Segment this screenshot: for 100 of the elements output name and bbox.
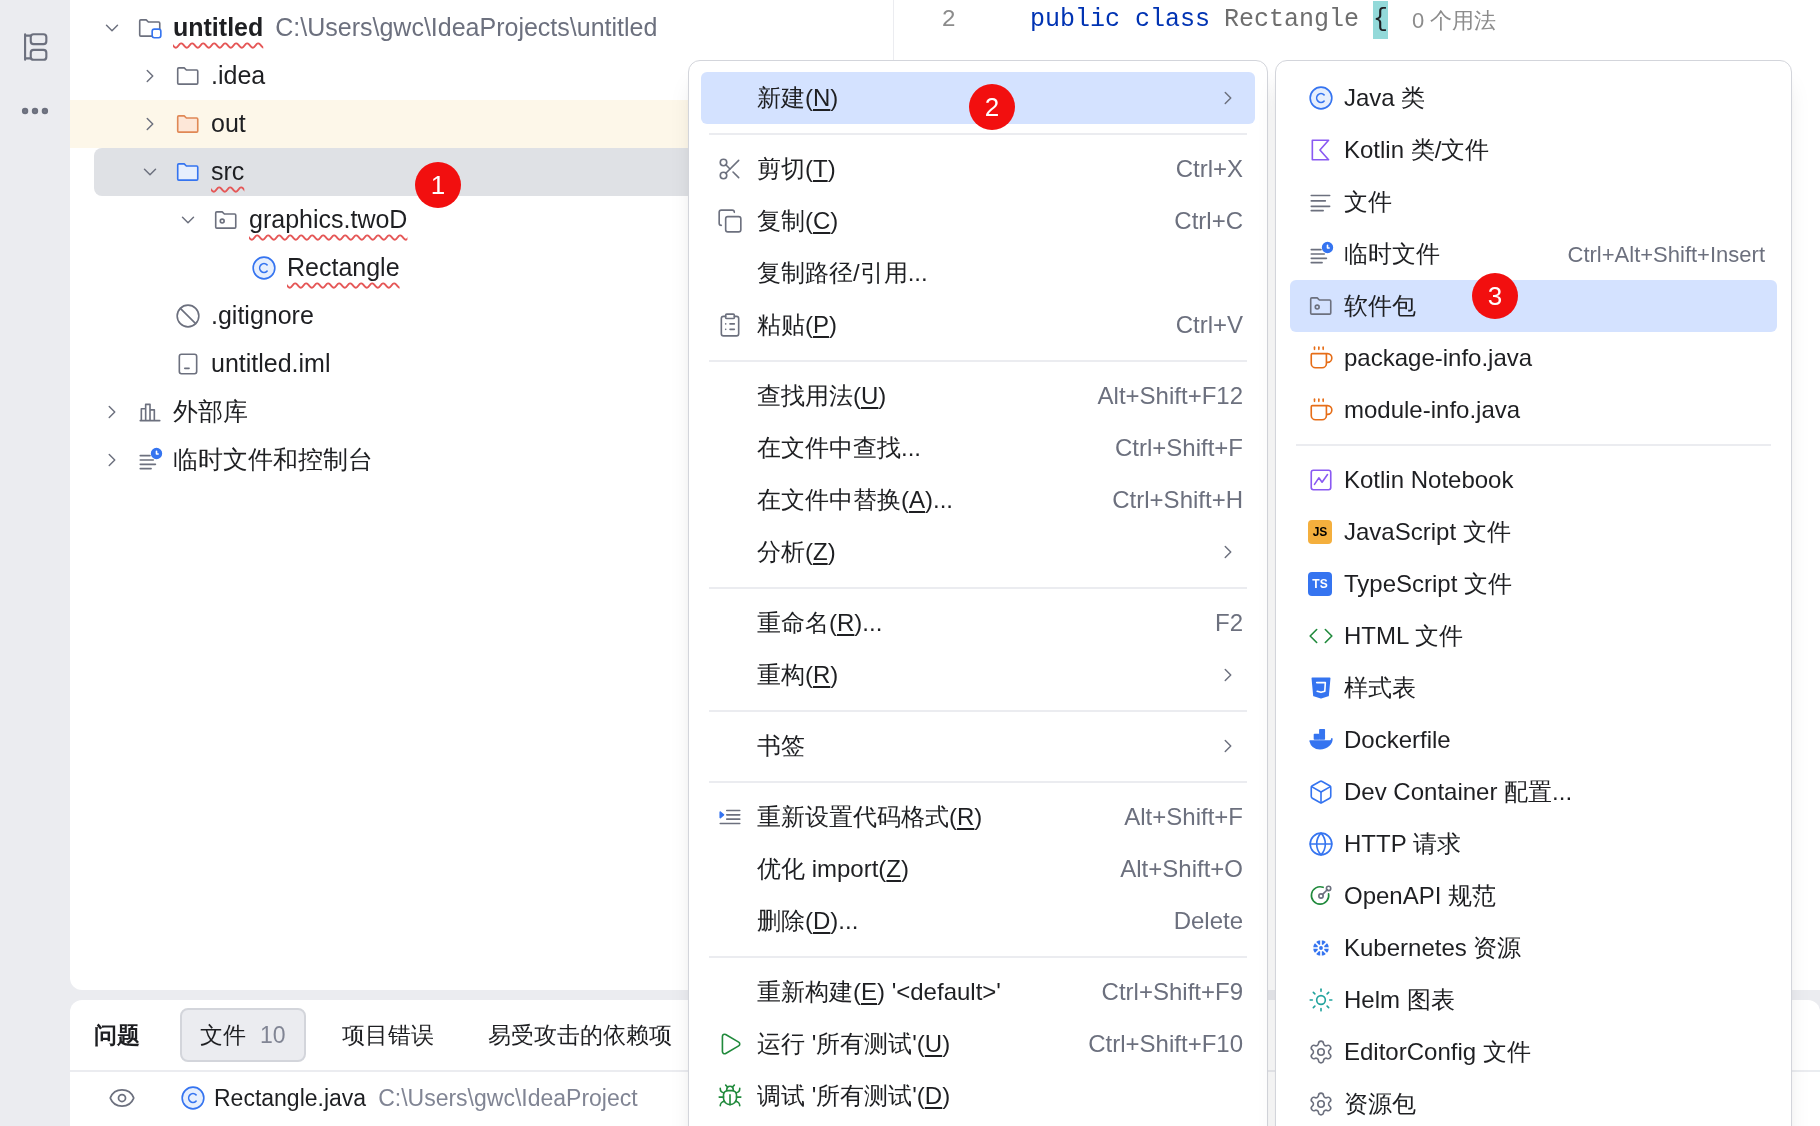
menu-item-label: 样式表 <box>1344 673 1416 703</box>
menu-item[interactable]: Kotlin Notebook <box>1290 454 1777 506</box>
menu-item-label: 重构(R) <box>757 660 839 690</box>
menu-item[interactable]: 文件 <box>1290 176 1777 228</box>
menu-item-label: 分析(Z) <box>757 537 836 567</box>
menu-item[interactable]: JS JavaScript 文件 <box>1290 506 1777 558</box>
file-type-icon: TS <box>1308 572 1332 596</box>
menu-item-label: 临时文件 <box>1344 239 1440 269</box>
menu-item-label: 资源包 <box>1344 1089 1416 1119</box>
shortcut-label: F2 <box>1215 608 1243 638</box>
shortcut-label: Ctrl+C <box>1174 206 1243 236</box>
cup-icon <box>1308 397 1334 423</box>
shortcut-label: Ctrl+Shift+F <box>1114 433 1243 463</box>
menu-item[interactable]: 删除(D)... Delete <box>701 895 1255 947</box>
menu-item[interactable]: 重构(R) <box>701 649 1255 701</box>
panel-title: 问题 <box>94 1020 140 1050</box>
menu-item[interactable]: Dev Container 配置... <box>1290 766 1777 818</box>
menu-item[interactable]: Kotlin 类/文件 <box>1290 124 1777 176</box>
menu-item[interactable]: 粘贴(P) Ctrl+V <box>701 299 1255 351</box>
menu-item[interactable]: 在文件中查找... Ctrl+Shift+F <box>701 422 1255 474</box>
menu-item-label: TypeScript 文件 <box>1344 569 1513 599</box>
menu-item[interactable]: HTTP 请求 <box>1290 818 1777 870</box>
menu-item[interactable]: Dockerfile <box>1290 714 1777 766</box>
tree-item-label: .idea <box>211 60 266 92</box>
tree-item-label: Rectangle <box>287 252 400 284</box>
menu-item-label: Java 类 <box>1344 83 1426 113</box>
menu-item[interactable]: module-info.java <box>1290 384 1777 436</box>
menu-item[interactable]: Kubernetes 资源 <box>1290 922 1777 974</box>
class-icon <box>180 1085 206 1111</box>
tree-item[interactable]: untitled C:\Users\gwc\IdeaProjects\untitled <box>70 4 893 52</box>
menu-item[interactable]: OpenAPI 规范 <box>1290 870 1777 922</box>
menu-item[interactable]: 复制路径/引用... <box>701 247 1255 299</box>
menu-item-label: Helm 图表 <box>1344 985 1455 1015</box>
tree-item-label: 外部库 <box>173 396 248 428</box>
settings-icon <box>1308 1039 1334 1065</box>
cup-icon <box>1308 345 1334 371</box>
shortcut-label: Ctrl+Shift+F10 <box>1088 1029 1243 1059</box>
tab[interactable]: 文件 10 <box>180 1008 306 1062</box>
shortcut-label: Delete <box>1173 906 1243 936</box>
menu-item-label: 复制路径/引用... <box>757 258 928 288</box>
tree-item-label: src <box>211 156 245 188</box>
file-type-icon: JS <box>1308 520 1332 544</box>
menu-item[interactable]: 资源包 <box>1290 1078 1777 1126</box>
menu-item-label: 软件包 <box>1344 291 1416 321</box>
menu-item[interactable]: HTML 文件 <box>1290 610 1777 662</box>
menu-item-label: 优化 import(Z) <box>757 854 909 884</box>
menu-item-label: HTML 文件 <box>1344 621 1464 651</box>
menu-item-label: package-info.java <box>1344 343 1533 373</box>
menu-item-label: 剪切(T) <box>757 154 836 184</box>
shortcut-label: Ctrl+Shift+H <box>1112 485 1243 515</box>
shortcut-label: Alt+Shift+O <box>1120 854 1243 884</box>
menu-item[interactable]: 重命名(R)... F2 <box>701 597 1255 649</box>
shortcut-label: Alt+Shift+F12 <box>1097 381 1243 411</box>
menu-item[interactable]: package-info.java <box>1290 332 1777 384</box>
shortcut-label: Alt+Shift+F <box>1124 802 1243 832</box>
menu-item[interactable]: 重新构建(E) '<default>' Ctrl+Shift+F9 <box>701 966 1255 1018</box>
menu-item-label: 在文件中查找... <box>757 433 921 463</box>
tab[interactable]: 易受攻击的依赖项 <box>469 1008 690 1062</box>
menu-item-label: 在文件中替换(A)... <box>757 485 953 515</box>
menu-item[interactable]: 在文件中替换(A)... Ctrl+Shift+H <box>701 474 1255 526</box>
menu-item[interactable]: 查找用法(U) Alt+Shift+F12 <box>701 370 1255 422</box>
menu-item-label: module-info.java <box>1344 395 1521 425</box>
menu-item-label: EditorConfig 文件 <box>1344 1037 1531 1067</box>
menu-item-label: 复制(C) <box>757 206 839 236</box>
shortcut-label: Ctrl+Alt+Shift+Insert <box>1567 240 1765 269</box>
class-icon <box>251 255 277 281</box>
ban-icon <box>175 303 201 329</box>
menu-item-label: JavaScript 文件 <box>1344 517 1511 547</box>
menu-item-label: 重新设置代码格式(R) <box>757 802 983 832</box>
menu-item[interactable]: 调试 '所有测试'(D) <box>701 1070 1255 1122</box>
globe-icon <box>1308 831 1334 857</box>
sun-icon <box>1308 987 1334 1013</box>
menu-item[interactable]: 复制(C) Ctrl+C <box>701 195 1255 247</box>
menu-item[interactable]: 重新设置代码格式(R) Alt+Shift+F <box>701 791 1255 843</box>
step-badge: 3 <box>1472 273 1518 319</box>
tree-item-label: out <box>211 108 246 140</box>
menu-item[interactable]: EditorConfig 文件 <box>1290 1026 1777 1078</box>
file-name: Rectangle.java <box>214 1083 367 1113</box>
menu-item[interactable]: Java 类 <box>1290 72 1777 124</box>
menu-item-label: Kotlin Notebook <box>1344 465 1514 495</box>
menu-item-label: 调试 '所有测试'(D) <box>757 1081 951 1111</box>
code-line: public class Rectangle { <box>1030 1 1389 39</box>
shortcut-label: Ctrl+X <box>1175 154 1243 184</box>
menu-item[interactable]: 样式表 <box>1290 662 1777 714</box>
tab[interactable]: 项目错误 <box>323 1008 452 1062</box>
cube-icon <box>1308 779 1334 805</box>
menu-item[interactable]: 运行 '所有测试'(U) Ctrl+Shift+F10 <box>701 1018 1255 1070</box>
menu-item-label: 运行 '所有测试'(U) <box>757 1029 951 1059</box>
menu-item[interactable]: Helm 图表 <box>1290 974 1777 1026</box>
menu-item[interactable]: 优化 import(Z) Alt+Shift+O <box>701 843 1255 895</box>
menu-item-label: Dev Container 配置... <box>1344 777 1573 807</box>
step-badge: 1 <box>415 162 461 208</box>
menu-item-label: 重命名(R)... <box>757 608 883 638</box>
menu-item[interactable]: TS TypeScript 文件 <box>1290 558 1777 610</box>
bug-icon <box>717 1083 743 1109</box>
tree-item-label: untitled.iml <box>211 348 331 380</box>
copy-icon <box>717 208 743 234</box>
menu-item[interactable]: 书签 <box>701 720 1255 772</box>
line-number: 2 <box>940 5 957 35</box>
menu-item[interactable]: 分析(Z) <box>701 526 1255 578</box>
